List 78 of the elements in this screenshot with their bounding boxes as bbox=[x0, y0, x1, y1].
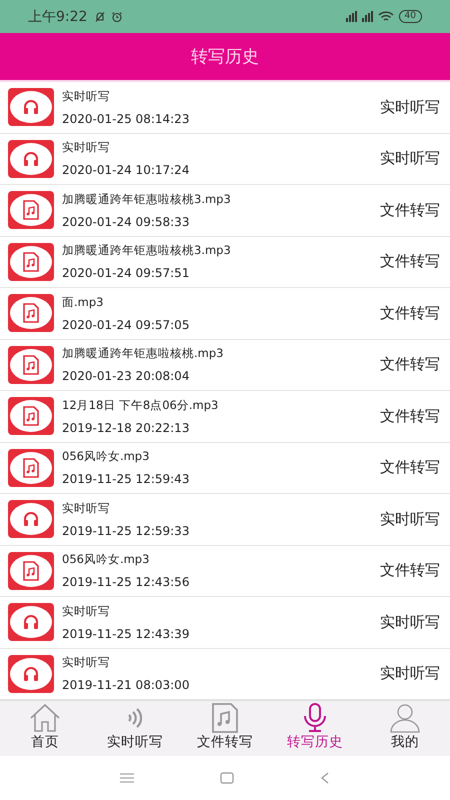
record-name: 加腾暖通跨年钜惠啦核桃.mp3 bbox=[62, 346, 224, 362]
record-item[interactable]: 加腾暖通跨年钜惠啦核桃3.mp3 2020-01-24 09:58:33 文件转写 bbox=[0, 185, 450, 236]
record-item[interactable]: 实时听写 2019-11-25 12:43:39 实时听写 bbox=[0, 597, 450, 648]
record-time: 2019-11-25 12:43:39 bbox=[62, 626, 190, 641]
record-item[interactable]: 加腾暖通跨年钜惠啦核桃.mp3 2020-01-23 20:08:04 文件转写 bbox=[0, 340, 450, 391]
record-type: 文件转写 bbox=[380, 200, 440, 220]
record-item[interactable]: 实时听写 2020-01-24 10:17:24 实时听写 bbox=[0, 134, 450, 185]
record-type: 实时听写 bbox=[380, 149, 440, 168]
record-name: 加腾暖通跨年钜惠啦核桃3.mp3 bbox=[62, 192, 232, 207]
record-type: 文件转写 bbox=[380, 458, 440, 478]
record-type: 文件转写 bbox=[380, 252, 440, 272]
sound-waves-icon bbox=[128, 708, 142, 728]
page-title: 转写历史 bbox=[191, 46, 259, 68]
record-name: 加腾暖通跨年钜惠啦核桃3.mp3 bbox=[62, 243, 232, 258]
record-name: 12月18日 下午8点06分.mp3 bbox=[62, 398, 220, 413]
record-time: 2020-01-24 10:17:24 bbox=[62, 163, 190, 178]
record-name: 实时听写 bbox=[62, 655, 111, 670]
record-name: 面.mp3 bbox=[62, 294, 104, 310]
record-time: 2019-11-25 12:59:33 bbox=[62, 524, 190, 538]
alarm-icon bbox=[111, 10, 124, 22]
record-type: 文件转写 bbox=[380, 304, 440, 323]
record-item[interactable]: 056风吟女.mp3 2019-11-25 12:59:43 文件转写 bbox=[0, 442, 450, 494]
record-item[interactable]: 实时听写 2019-11-25 12:59:33 实时听写 bbox=[0, 494, 450, 546]
signal-icon bbox=[362, 11, 373, 22]
record-item[interactable]: 面.mp3 2020-01-24 09:57:05 文件转写 bbox=[0, 288, 450, 340]
record-type: 实时听写 bbox=[380, 612, 440, 632]
record-time: 2019-11-25 12:43:56 bbox=[62, 575, 190, 590]
record-time: 2019-11-25 12:59:43 bbox=[62, 472, 190, 486]
record-type: 文件转写 bbox=[380, 355, 440, 374]
music-file-icon bbox=[8, 346, 54, 384]
record-type: 文件转写 bbox=[380, 561, 440, 580]
record-name: 056风吟女.mp3 bbox=[62, 449, 150, 464]
tab-item[interactable]: 我的 bbox=[360, 701, 450, 756]
headphones-icon bbox=[8, 654, 54, 693]
headphones-icon bbox=[8, 603, 54, 642]
record-name: 实时听写 bbox=[62, 88, 111, 104]
wifi-icon bbox=[378, 10, 394, 22]
home-square-icon[interactable] bbox=[220, 772, 234, 784]
headphones-icon bbox=[8, 140, 54, 178]
record-type: 实时听写 bbox=[380, 98, 440, 117]
record-item[interactable]: 加腾暖通跨年钜惠啦核桃3.mp3 2020-01-24 09:57:51 文件转写 bbox=[0, 236, 450, 288]
home-icon bbox=[28, 703, 62, 733]
record-name: 实时听写 bbox=[62, 140, 111, 156]
record-time: 2019-12-18 20:22:13 bbox=[62, 420, 190, 435]
status-time: 上午9:22 bbox=[28, 8, 88, 26]
record-item[interactable]: 12月18日 下午8点06分.mp3 2019-12-18 20:22:13 文件转写 bbox=[0, 391, 450, 442]
tab-item[interactable]: 实时听写 bbox=[90, 701, 180, 756]
music-file-icon bbox=[8, 294, 54, 332]
record-name: 056风吟女.mp3 bbox=[62, 552, 150, 568]
record-name: 实时听写 bbox=[62, 500, 111, 516]
battery-level: 40 bbox=[398, 10, 422, 23]
tab-item[interactable]: 转写历史 bbox=[270, 701, 360, 756]
bell-off-icon bbox=[94, 10, 106, 22]
record-type: 文件转写 bbox=[380, 406, 440, 426]
user-icon bbox=[388, 703, 422, 733]
music-file-icon bbox=[8, 242, 54, 281]
record-type: 实时听写 bbox=[380, 664, 440, 684]
music-file-icon bbox=[8, 552, 54, 590]
record-time: 2019-11-21 08:03:00 bbox=[62, 678, 190, 692]
record-time: 2020-01-23 20:08:04 bbox=[62, 369, 190, 384]
record-time: 2020-01-25 08:14:23 bbox=[62, 112, 190, 126]
music-file-icon bbox=[8, 448, 54, 487]
record-item[interactable]: 056风吟女.mp3 2019-11-25 12:43:56 文件转写 bbox=[0, 546, 450, 597]
tab-item[interactable]: 首页 bbox=[0, 701, 90, 756]
music-file-icon bbox=[8, 397, 54, 436]
back-icon[interactable] bbox=[320, 772, 330, 784]
record-time: 2020-01-24 09:57:05 bbox=[62, 318, 190, 332]
menu-icon[interactable] bbox=[120, 773, 134, 783]
headphones-icon bbox=[8, 500, 54, 538]
tab-item[interactable]: 文件转写 bbox=[180, 701, 270, 756]
record-time: 2020-01-24 09:58:33 bbox=[62, 214, 190, 229]
record-item[interactable]: 实时听写 2020-01-25 08:14:23 实时听写 bbox=[0, 82, 450, 134]
headphones-icon bbox=[8, 88, 54, 126]
music-file-icon bbox=[8, 191, 54, 230]
record-name: 实时听写 bbox=[62, 604, 111, 619]
record-type: 实时听写 bbox=[380, 510, 440, 529]
signal-icon bbox=[346, 11, 357, 22]
record-time: 2020-01-24 09:57:51 bbox=[62, 266, 190, 280]
